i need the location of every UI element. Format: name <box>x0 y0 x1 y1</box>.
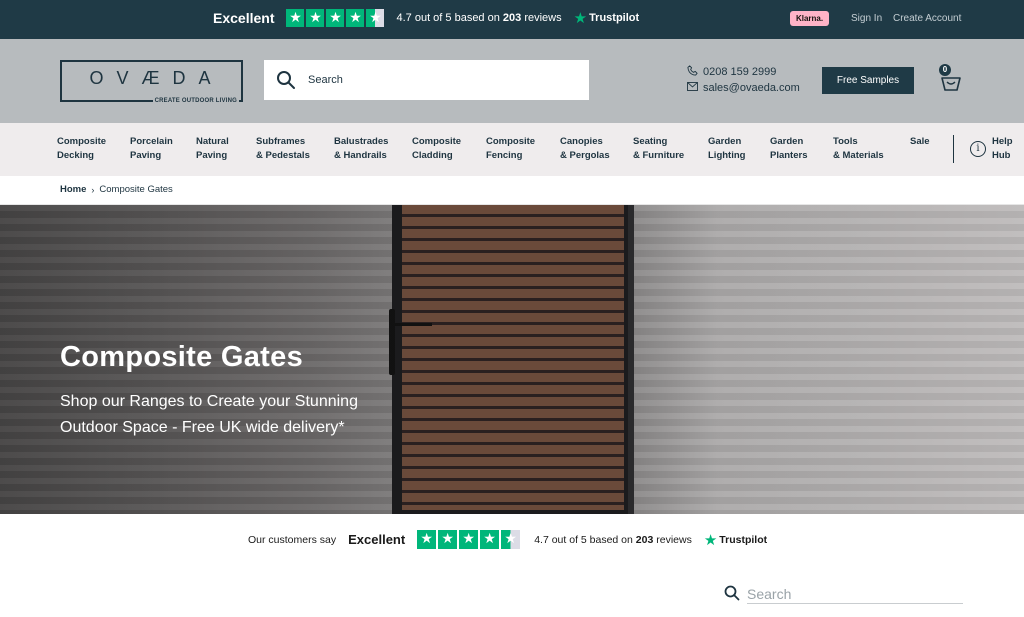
create-account-link[interactable]: Create Account <box>893 13 961 24</box>
product-search <box>724 582 964 606</box>
main-navigation: Composite Decking Porcelain Paving Natural… <box>0 123 1024 176</box>
product-search-input[interactable] <box>747 584 963 604</box>
nav-composite-fencing[interactable]: Composite Fencing <box>486 135 535 163</box>
star-icon: ★ <box>306 9 325 27</box>
search-icon[interactable] <box>276 70 296 95</box>
basket-count-badge: 0 <box>939 64 951 76</box>
star-icon: ★ <box>459 530 479 549</box>
nav-garden-planters[interactable]: Garden Planters <box>770 135 808 163</box>
star-icon: ★ <box>417 530 437 549</box>
star-icon: ★ <box>438 530 458 549</box>
nav-balustrades-handrails[interactable]: Balustrades & Handrails <box>334 135 388 163</box>
half-star-icon: ★ <box>501 530 521 549</box>
nav-subframes-pedestals[interactable]: Subframes & Pedestals <box>256 135 310 163</box>
customers-say-label: Our customers say <box>248 533 337 546</box>
chevron-right-icon: › <box>91 184 95 195</box>
trustpilot-logo: ★ Trustpilot <box>703 530 768 549</box>
star-icon: ★ <box>286 9 305 27</box>
star-icon: ★ <box>326 9 345 27</box>
nav-canopies-pergolas[interactable]: Canopies & Pergolas <box>560 135 610 163</box>
nav-seating-furniture[interactable]: Seating & Furniture <box>633 135 684 163</box>
rating-stars: ★ ★ ★ ★ ★ <box>417 530 521 549</box>
nav-garden-lighting[interactable]: Garden Lighting <box>708 135 745 163</box>
trustpilot-logo: ★ Trustpilot <box>573 9 640 27</box>
klarna-badge: Klarna. <box>790 11 829 26</box>
sign-in-link[interactable]: Sign In <box>851 13 882 24</box>
phone-contact[interactable]: 0208 159 2999 <box>686 65 776 79</box>
nav-composite-decking[interactable]: Composite Decking <box>57 135 106 163</box>
search-icon[interactable] <box>724 585 740 606</box>
trustpilot-star-icon: ★ <box>703 530 718 549</box>
mail-icon <box>686 82 698 94</box>
nav-porcelain-paving[interactable]: Porcelain Paving <box>130 135 173 163</box>
hero-subtitle: Shop our Ranges to Create your Stunning … <box>60 393 358 436</box>
rating-text: 4.7 out of 5 based on 203 reviews <box>396 12 562 24</box>
breadcrumb: Home › Composite Gates <box>60 184 173 195</box>
rating-text: 4.7 out of 5 based on 203 reviews <box>534 533 692 546</box>
email-contact[interactable]: sales@ovaeda.com <box>686 82 800 94</box>
breadcrumb-home-link[interactable]: Home <box>60 184 86 195</box>
nav-help-hub[interactable]: Help Hub <box>992 135 1013 163</box>
rating-word: Excellent <box>213 10 275 26</box>
half-star-icon: ★ <box>366 9 385 27</box>
hero-banner: Composite Gates Shop our Ranges to Creat… <box>0 205 1024 514</box>
rating-word: Excellent <box>348 532 406 547</box>
header-search <box>264 60 589 100</box>
trustpilot-widget-top[interactable]: Excellent ★ ★ ★ ★ ★ 4.7 out of 5 based o… <box>213 7 639 29</box>
star-icon: ★ <box>346 9 365 27</box>
ovaeda-logo[interactable]: OVÆDA CREATE OUTDOOR LIVING <box>60 60 243 104</box>
site-header: OVÆDA CREATE OUTDOOR LIVING 0208 159 299… <box>0 39 1024 123</box>
trustpilot-star-icon: ★ <box>573 9 588 27</box>
free-samples-button[interactable]: Free Samples <box>822 67 914 94</box>
nav-divider <box>953 135 954 163</box>
page-title: Composite Gates <box>60 341 303 373</box>
star-icon: ★ <box>480 530 500 549</box>
trustpilot-widget[interactable]: Our customers say Excellent ★ ★ ★ ★ ★ 4.… <box>248 529 767 550</box>
nav-tools-materials[interactable]: Tools & Materials <box>833 135 884 163</box>
nav-sale[interactable]: Sale <box>910 135 930 149</box>
trust-bar: Excellent ★ ★ ★ ★ ★ 4.7 out of 5 based o… <box>0 0 1024 39</box>
rating-stars: ★ ★ ★ ★ ★ <box>286 9 385 27</box>
info-icon[interactable]: i <box>970 141 986 157</box>
gate-image <box>392 205 632 514</box>
nav-composite-cladding[interactable]: Composite Cladding <box>412 135 461 163</box>
nav-natural-paving[interactable]: Natural Paving <box>196 135 229 163</box>
breadcrumb-current: Composite Gates <box>99 184 173 195</box>
phone-icon <box>686 65 698 79</box>
search-input[interactable] <box>308 70 578 90</box>
